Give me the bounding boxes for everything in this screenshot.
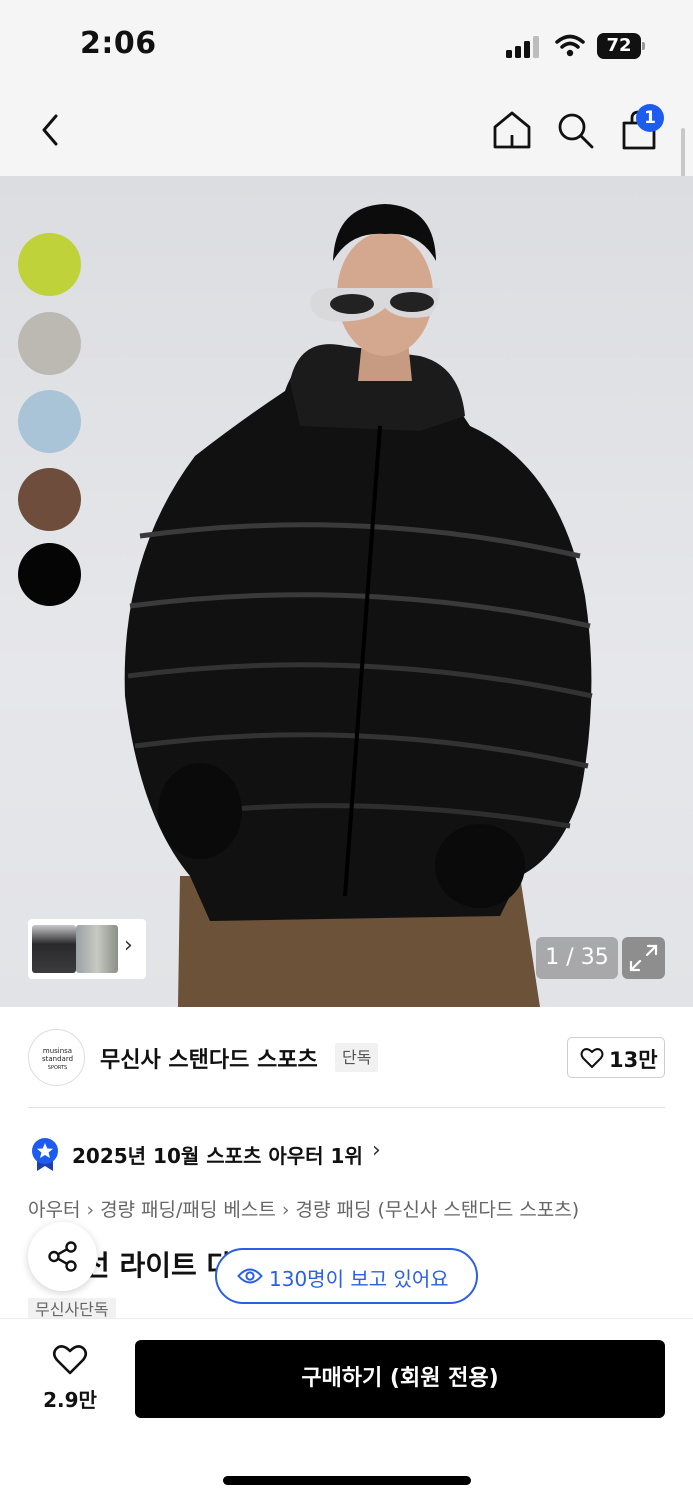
brand-like-button[interactable]: 13만: [567, 1037, 665, 1078]
wishlist-count: 2.9만: [43, 1388, 97, 1412]
color-swatch-light-blue[interactable]: [18, 390, 81, 453]
chevron-right-icon: ›: [281, 1199, 290, 1221]
wishlist-button[interactable]: 2.9만: [30, 1344, 110, 1414]
search-icon[interactable]: [553, 108, 597, 152]
battery-icon: 72: [597, 33, 645, 59]
share-button[interactable]: [28, 1222, 97, 1291]
color-swatch-lime[interactable]: [18, 233, 81, 296]
thumbnail-image[interactable]: [76, 925, 118, 973]
thumbnail-strip[interactable]: ›: [28, 919, 146, 979]
color-swatch-black[interactable]: [18, 543, 81, 606]
heart-icon: [52, 1345, 88, 1375]
viewer-count-pill: 130명이 보고 있어요: [215, 1248, 478, 1304]
divider: [28, 1107, 665, 1108]
chevron-right-icon: ›: [372, 1138, 381, 1163]
product-title: 선 라이트 다: [84, 1249, 233, 1282]
brand-like-count: 13만: [609, 1048, 658, 1072]
heart-icon: [580, 1048, 604, 1068]
product-photo: [124, 204, 593, 1007]
top-nav: [0, 90, 693, 176]
cart-count-badge: 1: [636, 104, 664, 132]
expand-icon[interactable]: [622, 937, 665, 979]
signal-icon: [506, 36, 542, 58]
brand-logo-text: SPORTS: [47, 1065, 68, 1071]
brand-logo-text: musinsa: [42, 1047, 73, 1055]
buy-button[interactable]: 구매하기 (회원 전용): [135, 1340, 665, 1418]
breadcrumb-item[interactable]: 경량 패딩/패딩 베스트: [100, 1199, 276, 1221]
color-swatch-light-gray[interactable]: [18, 312, 81, 375]
brand-logo-text: standard: [41, 1055, 74, 1063]
home-indicator: [223, 1476, 471, 1485]
eye-icon: [237, 1268, 263, 1284]
breadcrumb-item[interactable]: 경량 패딩 (무신사 스탠다드 스포츠): [295, 1199, 579, 1221]
brand-logo[interactable]: musinsa standard SPORTS: [28, 1029, 85, 1086]
wifi-icon: [555, 34, 585, 57]
musinsa-exclusive-tag: 무신사단독: [28, 1298, 116, 1320]
chevron-right-icon: ›: [86, 1199, 95, 1221]
status-bar: 2:06 72: [0, 0, 693, 90]
exclusive-badge: 단독: [335, 1043, 379, 1072]
breadcrumb: 아우터 › 경량 패딩/패딩 베스트 › 경량 패딩 (무신사 스탠다드 스포츠): [28, 1195, 579, 1222]
breadcrumb-item[interactable]: 아우터: [28, 1199, 80, 1221]
share-icon: [48, 1241, 77, 1272]
chevron-right-icon[interactable]: ›: [124, 933, 133, 958]
status-time: 2:06: [80, 26, 157, 61]
battery-level: 72: [597, 33, 641, 59]
ranking-text: 2025년 10월 스포츠 아우터 1위: [72, 1144, 363, 1168]
chevron-left-icon[interactable]: [28, 108, 72, 152]
product-image[interactable]: [0, 176, 693, 1007]
ranking-badge-icon: [32, 1138, 58, 1171]
brand-name[interactable]: 무신사 스탠다드 스포츠: [100, 1042, 318, 1074]
color-swatch-brown[interactable]: [18, 468, 81, 531]
home-icon[interactable]: [490, 108, 534, 152]
thumbnail-image[interactable]: [32, 925, 76, 973]
viewer-count-text: 130명이 보고 있어요: [269, 1267, 449, 1291]
image-page-counter: 1 / 35: [536, 937, 618, 979]
